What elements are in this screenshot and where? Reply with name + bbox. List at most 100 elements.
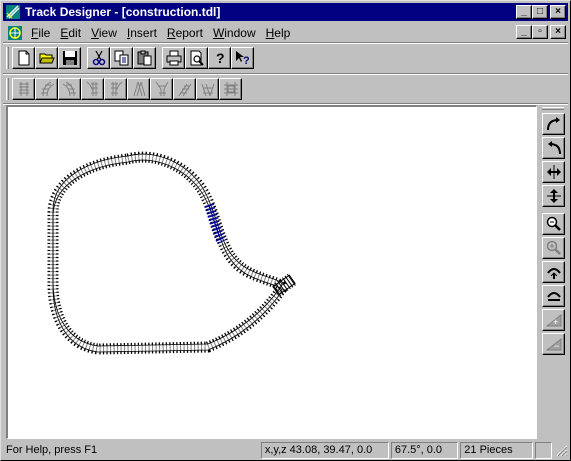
open-folder-icon (38, 53, 55, 64)
lower-icon (546, 292, 561, 301)
menu-report[interactable]: Report (163, 26, 209, 40)
mdi-restore-button[interactable]: ▫ (532, 25, 548, 39)
print-preview-button[interactable] (185, 47, 208, 69)
menu-file-rest: ile (38, 25, 51, 40)
status-piece-count: 21 Pieces (460, 441, 533, 459)
context-help-button[interactable]: ? (231, 47, 254, 69)
resize-grip-icon[interactable] (554, 443, 568, 457)
maximize-button[interactable]: □ (532, 5, 548, 19)
menu-window[interactable]: Window (209, 26, 262, 40)
open-button[interactable] (35, 47, 58, 69)
switch-right-track-icon (110, 81, 122, 96)
about-button[interactable]: ? (208, 47, 231, 69)
minimize-button[interactable]: _ (516, 5, 532, 19)
ramp-down-track-icon (201, 83, 214, 97)
close-button[interactable]: × (550, 5, 566, 19)
ramp-up-track-button[interactable] (173, 78, 196, 100)
track-rail-a (52, 153, 283, 347)
cut-button[interactable] (87, 47, 110, 69)
menu-file[interactable]: File (27, 26, 56, 40)
menu-help[interactable]: Help (262, 26, 297, 40)
track-layout[interactable] (8, 107, 536, 438)
status-coordinates: x,y,z 43.08, 39.47, 0.0 (260, 441, 389, 459)
save-button[interactable] (58, 47, 81, 69)
app-window: Track Designer - [construction.tdl] _ □ … (0, 0, 571, 461)
ramp-up-track-icon (178, 83, 191, 97)
paste-button[interactable] (133, 47, 156, 69)
document-icon[interactable] (7, 25, 23, 41)
window-title: Track Designer - [construction.tdl] (25, 5, 221, 19)
design-canvas[interactable] (6, 105, 537, 439)
new-document-icon (18, 50, 29, 66)
rotate-cw-icon (546, 117, 560, 131)
toolbar-grip[interactable] (6, 78, 9, 100)
rotate-cw-button[interactable] (542, 113, 565, 135)
svg-text:−: − (554, 341, 559, 351)
menu-insert[interactable]: Insert (123, 26, 163, 40)
app-icon[interactable] (5, 4, 21, 20)
track-toolbar (3, 75, 242, 103)
maximize-icon: □ (536, 6, 544, 17)
zoom-out-button[interactable] (542, 213, 565, 235)
toolbar-grip[interactable] (542, 107, 564, 110)
bridge-track-icon (223, 82, 238, 96)
wye-track-button[interactable] (150, 78, 173, 100)
mdi-close-button[interactable]: × (550, 25, 566, 39)
status-help: For Help, press F1 (6, 444, 98, 456)
switch-left-track-icon (86, 81, 98, 96)
switch-left-track-button[interactable] (81, 78, 104, 100)
status-extra (534, 441, 553, 459)
minimize-icon: _ (521, 26, 527, 37)
svg-text:?: ? (216, 50, 225, 66)
elevation-up-button[interactable]: + (542, 309, 565, 331)
status-bar: For Help, press F1 x,y,z 43.08, 39.47, 0… (3, 441, 568, 459)
straight-track-button[interactable] (12, 78, 35, 100)
ramp-down-track-button[interactable] (196, 78, 219, 100)
new-button[interactable] (12, 47, 35, 69)
raise-icon (546, 268, 561, 279)
curve-left-track-button[interactable] (35, 78, 58, 100)
menu-view[interactable]: View (87, 26, 123, 40)
toolbar-grip[interactable] (6, 47, 9, 69)
elevation-down-button[interactable]: − (542, 333, 565, 355)
bridge-track-button[interactable] (219, 78, 242, 100)
copy-button[interactable] (110, 47, 133, 69)
raise-button[interactable] (542, 261, 565, 283)
save-disk-icon (62, 51, 77, 65)
track-rails-outer (53, 157, 282, 349)
mdi-minimize-button[interactable]: _ (516, 25, 532, 39)
flip-vertical-button[interactable] (542, 185, 565, 207)
zoom-in-button[interactable] (542, 237, 565, 259)
svg-text:+: + (553, 317, 558, 327)
wye-track-icon (155, 81, 168, 96)
help-question-icon: ? (216, 50, 225, 66)
flip-horizontal-button[interactable] (542, 161, 565, 183)
menu-edit[interactable]: Edit (56, 26, 87, 40)
close-icon: × (555, 26, 561, 37)
main-toolbar: ? ? (3, 44, 254, 72)
curve-right-track-button[interactable] (58, 78, 81, 100)
straight-track-icon (18, 82, 29, 96)
elevation-down-icon: − (545, 337, 561, 351)
svg-text:?: ? (243, 55, 250, 66)
flip-horizontal-icon (546, 165, 561, 179)
copy-icon (114, 50, 128, 66)
crossing-track-icon (133, 81, 145, 97)
rotate-ccw-icon (547, 141, 561, 155)
minimize-icon: _ (521, 6, 527, 17)
rotate-ccw-button[interactable] (542, 137, 565, 159)
status-angle: 67.5°, 0.0 (390, 441, 459, 459)
cut-scissors-icon (92, 50, 105, 66)
print-preview-icon (190, 50, 204, 66)
lower-button[interactable] (542, 285, 565, 307)
elevation-up-icon: + (545, 313, 561, 327)
title-bar[interactable]: Track Designer - [construction.tdl] _ □ … (3, 3, 568, 21)
restore-icon: ▫ (538, 26, 542, 37)
zoom-in-icon (546, 240, 561, 255)
paste-icon (137, 50, 151, 66)
crossing-track-button[interactable] (127, 78, 150, 100)
print-button[interactable] (162, 47, 185, 69)
edit-toolbar: + − (540, 105, 568, 439)
zoom-out-icon (546, 216, 561, 231)
switch-right-track-button[interactable] (104, 78, 127, 100)
